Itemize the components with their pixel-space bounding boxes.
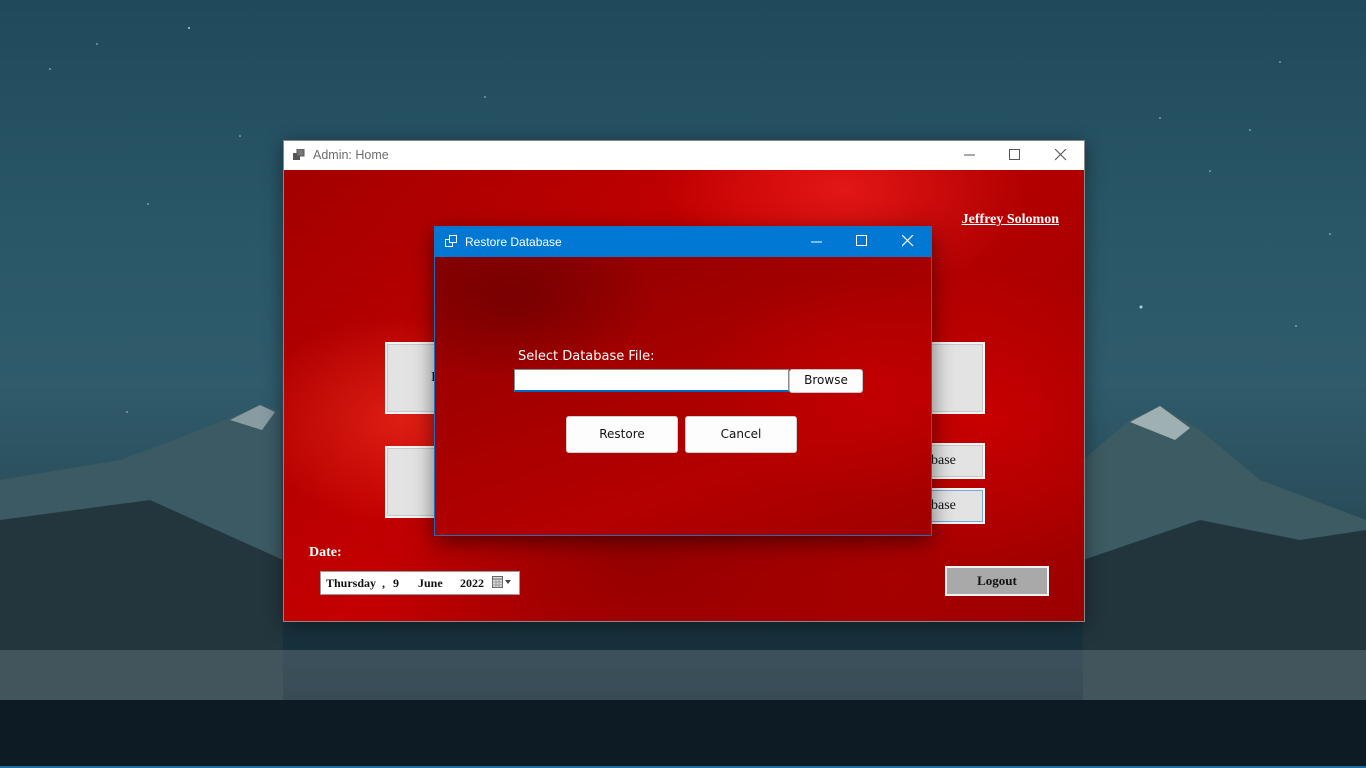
- main-window-title: Admin: Home: [313, 148, 389, 162]
- date-year: 2022: [460, 576, 484, 590]
- date-separator: ,: [382, 576, 385, 590]
- main-close-button[interactable]: [1038, 141, 1084, 170]
- date-picker[interactable]: Thursday , 9 June 2022: [320, 571, 520, 595]
- minimize-icon: [964, 154, 975, 156]
- dialog-client-area: Select Database File: Browse Restore Can…: [435, 257, 931, 535]
- tile-database-1-label: base: [931, 453, 956, 468]
- dialog-titlebar[interactable]: Restore Database: [435, 227, 931, 257]
- dialog-maximize-button[interactable]: [839, 227, 885, 257]
- app-window-icon: [445, 235, 458, 253]
- tile-database-2-label: base: [931, 498, 956, 513]
- main-minimize-button[interactable]: [947, 141, 993, 170]
- dialog-minimize-button[interactable]: [794, 227, 840, 257]
- cancel-button[interactable]: Cancel: [685, 416, 797, 453]
- date-label: Date:: [309, 545, 342, 560]
- maximize-icon: [1009, 149, 1020, 160]
- dialog-close-button[interactable]: [885, 227, 931, 257]
- user-name-link[interactable]: Jeffrey Solomon: [962, 212, 1059, 228]
- main-maximize-button[interactable]: [992, 141, 1038, 170]
- restore-button[interactable]: Restore: [566, 416, 678, 453]
- maximize-icon: [856, 235, 867, 246]
- date-month: June: [418, 576, 443, 590]
- calendar-dropdown-icon[interactable]: [492, 576, 512, 593]
- close-icon: [902, 235, 914, 247]
- close-icon: [1055, 149, 1067, 161]
- app-window-icon: [293, 148, 305, 164]
- restore-database-dialog: Restore Database Select Database File: B…: [434, 226, 932, 536]
- browse-button[interactable]: Browse: [789, 369, 863, 393]
- date-day: 9: [393, 576, 399, 590]
- menu-tile-2[interactable]: [927, 342, 985, 414]
- menu-tile-database-2[interactable]: base: [927, 488, 985, 524]
- main-titlebar[interactable]: Admin: Home: [284, 141, 1084, 170]
- dialog-title: Restore Database: [465, 235, 562, 249]
- logout-button[interactable]: Logout: [945, 566, 1049, 596]
- database-file-path-input[interactable]: [514, 369, 789, 392]
- date-weekday: Thursday: [326, 576, 377, 590]
- minimize-icon: [811, 241, 822, 243]
- select-database-file-label: Select Database File:: [518, 349, 655, 364]
- menu-tile-database-1[interactable]: base: [927, 443, 985, 479]
